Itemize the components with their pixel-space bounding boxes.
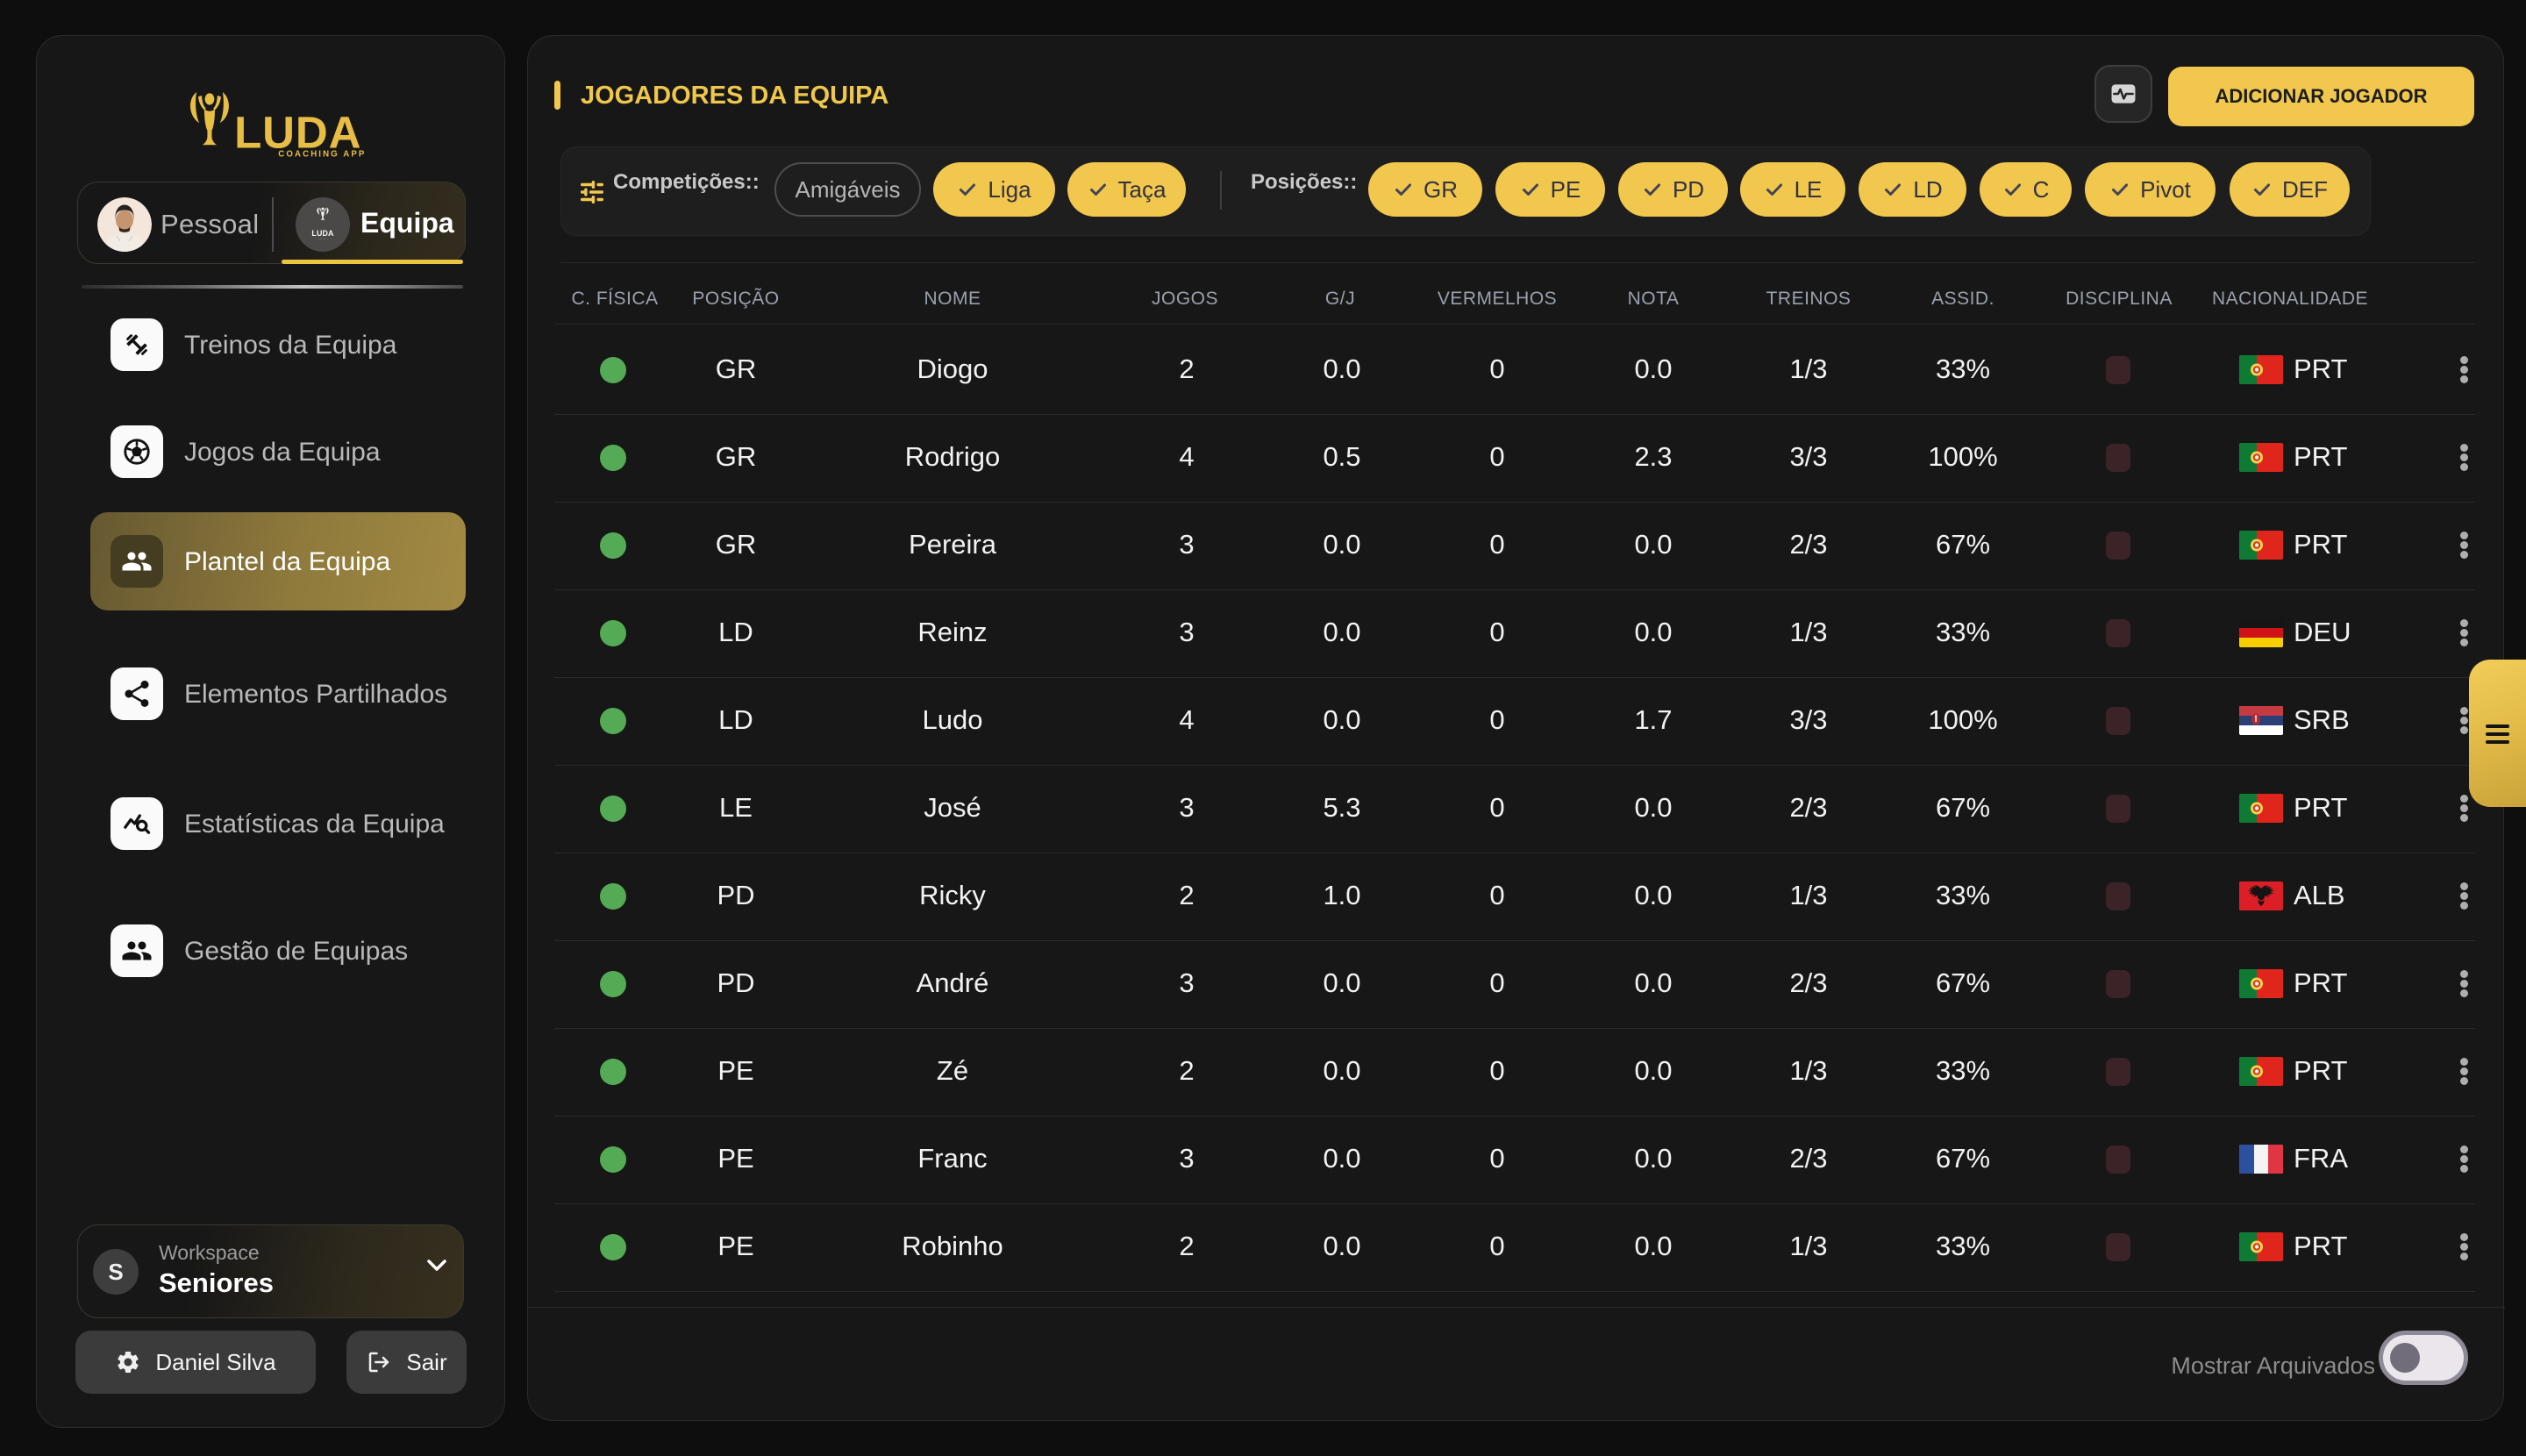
- svg-text:······: ······: [318, 237, 327, 240]
- svg-text:LUDA: LUDA: [311, 229, 334, 238]
- svg-text:COACHING APP: COACHING APP: [278, 149, 366, 159]
